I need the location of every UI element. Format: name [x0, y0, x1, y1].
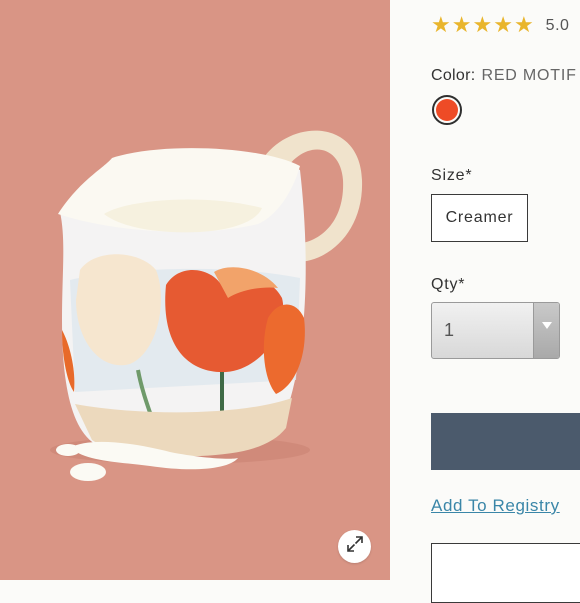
secondary-action-button[interactable] — [431, 543, 580, 603]
star-icon: ★ — [493, 13, 513, 38]
rating[interactable]: ★ ★ ★ ★ ★ 5.0 — [431, 14, 569, 38]
swatch-color — [436, 99, 458, 121]
add-to-bag-button[interactable] — [431, 413, 580, 470]
expand-icon — [346, 535, 364, 558]
quantity-select[interactable]: 1 — [431, 302, 560, 359]
zoom-button[interactable] — [338, 530, 371, 563]
star-icon: ★ — [513, 13, 534, 38]
rating-stars: ★ ★ ★ ★ ★ — [431, 14, 534, 38]
size-option-creamer[interactable]: Creamer — [431, 194, 528, 242]
color-label: Color: — [431, 67, 476, 84]
star-icon: ★ — [472, 13, 493, 38]
star-icon: ★ — [431, 13, 451, 38]
chevron-down-icon — [533, 303, 559, 358]
qty-label: Qty* — [431, 276, 466, 293]
product-photo — [50, 130, 363, 481]
add-to-registry-link[interactable]: Add To Registry — [431, 496, 560, 516]
color-value: RED MOTIF — [481, 67, 577, 84]
star-icon: ★ — [451, 13, 472, 38]
quantity-value: 1 — [444, 320, 455, 340]
product-options-panel: ★ ★ ★ ★ ★ 5.0 Color: RED MOTIF Size* Crea… — [390, 0, 580, 603]
size-label: Size* — [431, 167, 473, 184]
color-swatch-red-motif[interactable] — [432, 95, 462, 125]
product-image-gallery[interactable] — [0, 0, 390, 580]
rating-value: 5.0 — [545, 17, 570, 34]
color-row: Color: RED MOTIF — [431, 67, 577, 85]
